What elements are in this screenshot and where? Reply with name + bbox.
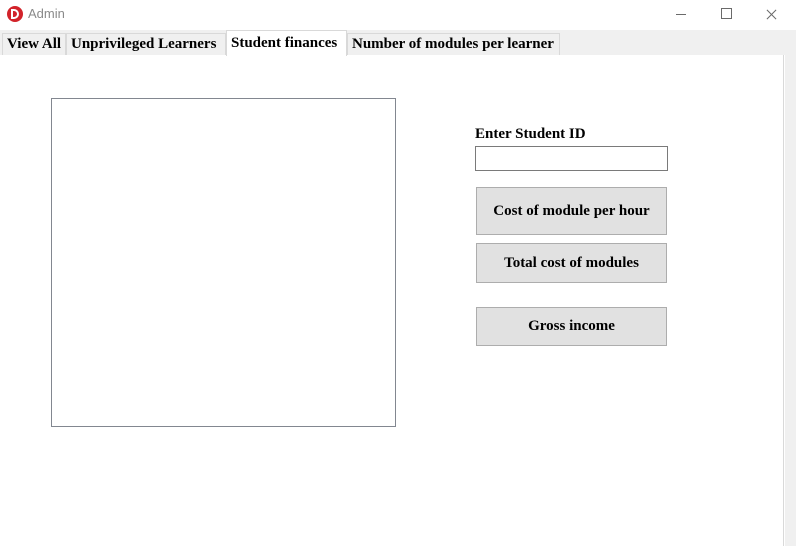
student-id-input[interactable] (475, 146, 668, 171)
student-id-label: Enter Student ID (475, 126, 586, 142)
minimize-icon[interactable] (658, 0, 704, 30)
results-list-box[interactable] (51, 98, 396, 427)
total-cost-button[interactable]: Total cost of modules (476, 243, 667, 283)
tab-unprivileged-learners[interactable]: Unprivileged Learners (66, 33, 226, 55)
tab-modules-per-learner[interactable]: Number of modules per learner (347, 33, 560, 55)
maximize-icon[interactable] (703, 0, 749, 30)
window-edge (785, 55, 796, 546)
close-icon[interactable] (749, 0, 795, 30)
tab-strip: View All Unprivileged Learners Student f… (0, 30, 796, 56)
window-title: Admin (28, 6, 65, 21)
tab-view-all[interactable]: View All (2, 33, 66, 55)
title-bar: Admin (0, 0, 796, 30)
app-logo-icon (7, 6, 23, 22)
tab-student-finances[interactable]: Student finances (226, 30, 347, 56)
cost-per-hour-button[interactable]: Cost of module per hour (476, 187, 667, 235)
gross-income-button[interactable]: Gross income (476, 307, 667, 346)
